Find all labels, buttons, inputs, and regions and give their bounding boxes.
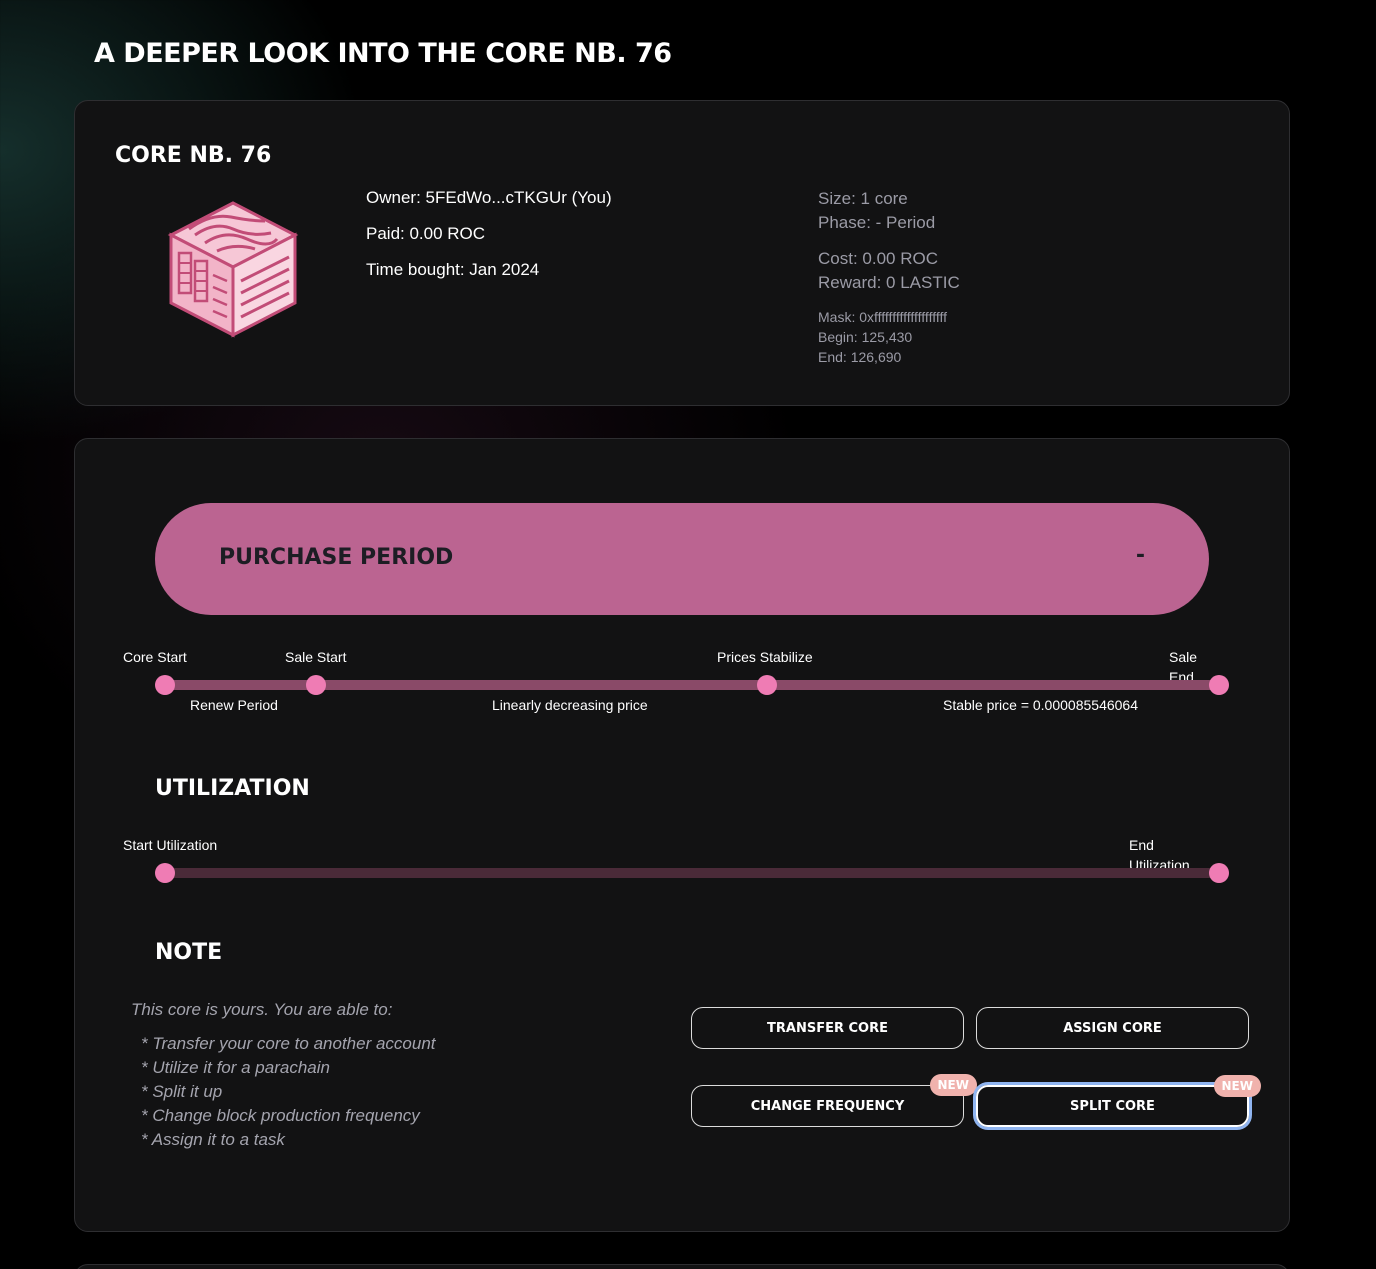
- core-title: CORE NB. 76: [115, 143, 272, 168]
- start-utilization-marker: [155, 863, 175, 883]
- core-start-label: Core Start: [123, 649, 187, 665]
- new-badge: NEW: [929, 1074, 977, 1096]
- core-meta: Size: 1 core Phase: - Period Cost: 0.00 …: [818, 187, 960, 367]
- ownership-info: Owner: 5FEdWo...cTKGUr (You) Paid: 0.00 …: [366, 188, 612, 296]
- renew-period-label: Renew Period: [190, 697, 278, 713]
- change-frequency-label: CHANGE FREQUENCY: [750, 1098, 905, 1114]
- end-utilization-marker: [1209, 863, 1229, 883]
- utilization-track: [165, 868, 1219, 878]
- purchase-period-label: PURCHASE PERIOD: [219, 545, 454, 570]
- prices-stabilize-label: Prices Stabilize: [717, 649, 813, 665]
- reward-text: Reward: 0 LASTIC: [818, 273, 960, 292]
- prices-stabilize-marker: [757, 675, 777, 695]
- note-intro: This core is yours. You are able to:: [131, 1000, 393, 1019]
- sale-start-marker: [306, 675, 326, 695]
- list-item: * Transfer your core to another account: [141, 1034, 436, 1053]
- linear-price-label: Linearly decreasing price: [492, 697, 648, 713]
- purchase-period-value: -: [1135, 543, 1145, 568]
- list-item: * Assign it to a task: [141, 1130, 285, 1149]
- core-start-marker: [155, 675, 175, 695]
- core-info-card: CORE NB. 76 Owner: 5FEdWo...cTKGUr (You)…: [74, 100, 1290, 406]
- note-list: * Transfer your core to another account …: [141, 1032, 436, 1152]
- phase-text: Phase: - Period: [818, 213, 936, 232]
- mask-text: Mask: 0xffffffffffffffffffff: [818, 309, 948, 325]
- assign-core-button[interactable]: ASSIGN CORE: [976, 1007, 1249, 1049]
- transfer-core-button[interactable]: TRANSFER CORE: [691, 1007, 964, 1049]
- purchase-period-banner: PURCHASE PERIOD -: [155, 503, 1209, 615]
- page-title: A DEEPER LOOK INTO THE CORE NB. 76: [94, 38, 672, 69]
- split-core-label: SPLIT CORE: [1070, 1098, 1155, 1114]
- assign-core-label: ASSIGN CORE: [1063, 1020, 1162, 1036]
- core-details-card: PURCHASE PERIOD - Core Start Sale Start …: [74, 438, 1290, 1232]
- size-text: Size: 1 core: [818, 189, 908, 208]
- split-core-button[interactable]: SPLIT CORE NEW: [976, 1075, 1261, 1127]
- list-item: * Utilize it for a parachain: [141, 1058, 330, 1077]
- note-title: NOTE: [155, 940, 223, 965]
- new-badge: NEW: [1213, 1075, 1261, 1097]
- end-text: End: 126,690: [818, 349, 902, 365]
- core-cube-icon: [167, 201, 299, 338]
- sale-end-marker: [1209, 675, 1229, 695]
- change-frequency-button[interactable]: CHANGE FREQUENCY NEW: [691, 1074, 977, 1127]
- utilization-title: UTILIZATION: [155, 776, 310, 801]
- transfer-core-label: TRANSFER CORE: [767, 1020, 888, 1036]
- owner-text: Owner: 5FEdWo...cTKGUr (You): [366, 188, 612, 207]
- sale-start-label: Sale Start: [285, 649, 347, 665]
- begin-text: Begin: 125,430: [818, 329, 913, 345]
- cost-text: Cost: 0.00 ROC: [818, 249, 938, 268]
- time-bought-text: Time bought: Jan 2024: [366, 260, 540, 279]
- next-card: [74, 1264, 1290, 1269]
- list-item: * Change block production frequency: [141, 1106, 420, 1125]
- paid-text: Paid: 0.00 ROC: [366, 224, 486, 243]
- stable-price-label: Stable price = 0.000085546064: [943, 697, 1138, 713]
- start-utilization-label: Start Utilization: [123, 837, 218, 853]
- list-item: * Split it up: [141, 1082, 223, 1101]
